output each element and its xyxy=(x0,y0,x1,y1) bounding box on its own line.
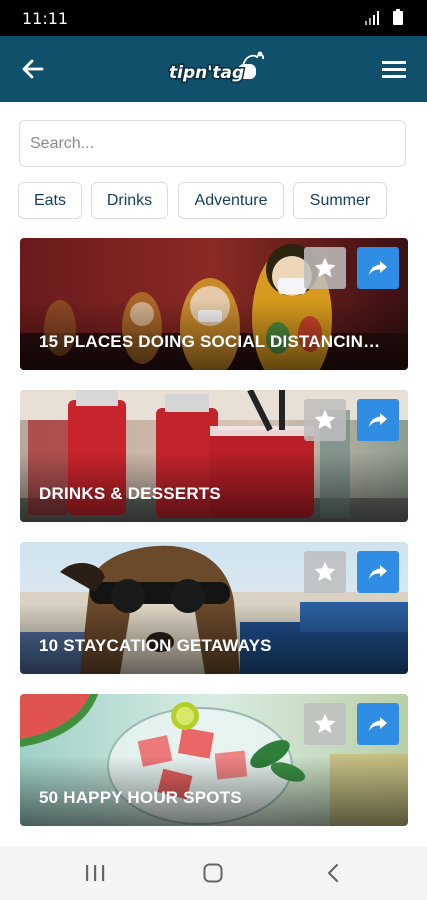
hamburger-menu-icon[interactable] xyxy=(382,59,406,79)
share-arrow-icon xyxy=(369,717,387,731)
list-card[interactable]: 50 HAPPY HOUR SPOTS xyxy=(20,694,408,826)
favorite-button[interactable] xyxy=(304,399,346,441)
share-arrow-icon xyxy=(369,565,387,579)
card-title: 15 PLACES DOING SOCIAL DISTANCIN… xyxy=(39,332,381,351)
battery-icon xyxy=(393,9,403,25)
recent-apps-icon[interactable] xyxy=(85,865,105,881)
star-icon xyxy=(314,409,336,429)
share-button[interactable] xyxy=(357,399,399,441)
card-title: 10 STAYCATION GETAWAYS xyxy=(39,636,272,655)
home-icon[interactable] xyxy=(203,863,223,883)
chip-summer[interactable]: Summer xyxy=(293,182,387,219)
search-input[interactable] xyxy=(19,120,406,167)
favorite-button[interactable] xyxy=(304,551,346,593)
system-nav-bar xyxy=(0,846,427,900)
card-title: DRINKS & DESSERTS xyxy=(39,484,221,503)
share-button[interactable] xyxy=(357,247,399,289)
share-button[interactable] xyxy=(357,703,399,745)
back-arrow-icon[interactable] xyxy=(20,56,46,82)
share-arrow-icon xyxy=(369,261,387,275)
chip-drinks[interactable]: Drinks xyxy=(91,182,168,219)
star-icon xyxy=(314,257,336,277)
favorite-button[interactable] xyxy=(304,703,346,745)
logo-text: tipn'tag xyxy=(169,63,244,83)
star-icon xyxy=(314,561,336,581)
nav-back-icon[interactable] xyxy=(326,863,340,883)
chip-adventure[interactable]: Adventure xyxy=(178,182,284,219)
card-title: 50 HAPPY HOUR SPOTS xyxy=(39,788,242,807)
share-button[interactable] xyxy=(357,551,399,593)
list-card[interactable]: 15 PLACES DOING SOCIAL DISTANCIN… xyxy=(20,238,408,370)
chip-eats[interactable]: Eats xyxy=(18,182,82,219)
signal-icon xyxy=(365,11,379,25)
list-card[interactable]: 10 STAYCATION GETAWAYS xyxy=(20,542,408,674)
star-icon xyxy=(314,713,336,733)
status-bar: 11:11 xyxy=(0,0,427,36)
status-time: 11:11 xyxy=(22,9,69,28)
share-arrow-icon xyxy=(369,413,387,427)
app-logo: tipn'tag xyxy=(168,51,265,85)
favorite-button[interactable] xyxy=(304,247,346,289)
app-header: tipn'tag xyxy=(0,36,427,102)
list-card[interactable]: DRINKS & DESSERTS xyxy=(20,390,408,522)
